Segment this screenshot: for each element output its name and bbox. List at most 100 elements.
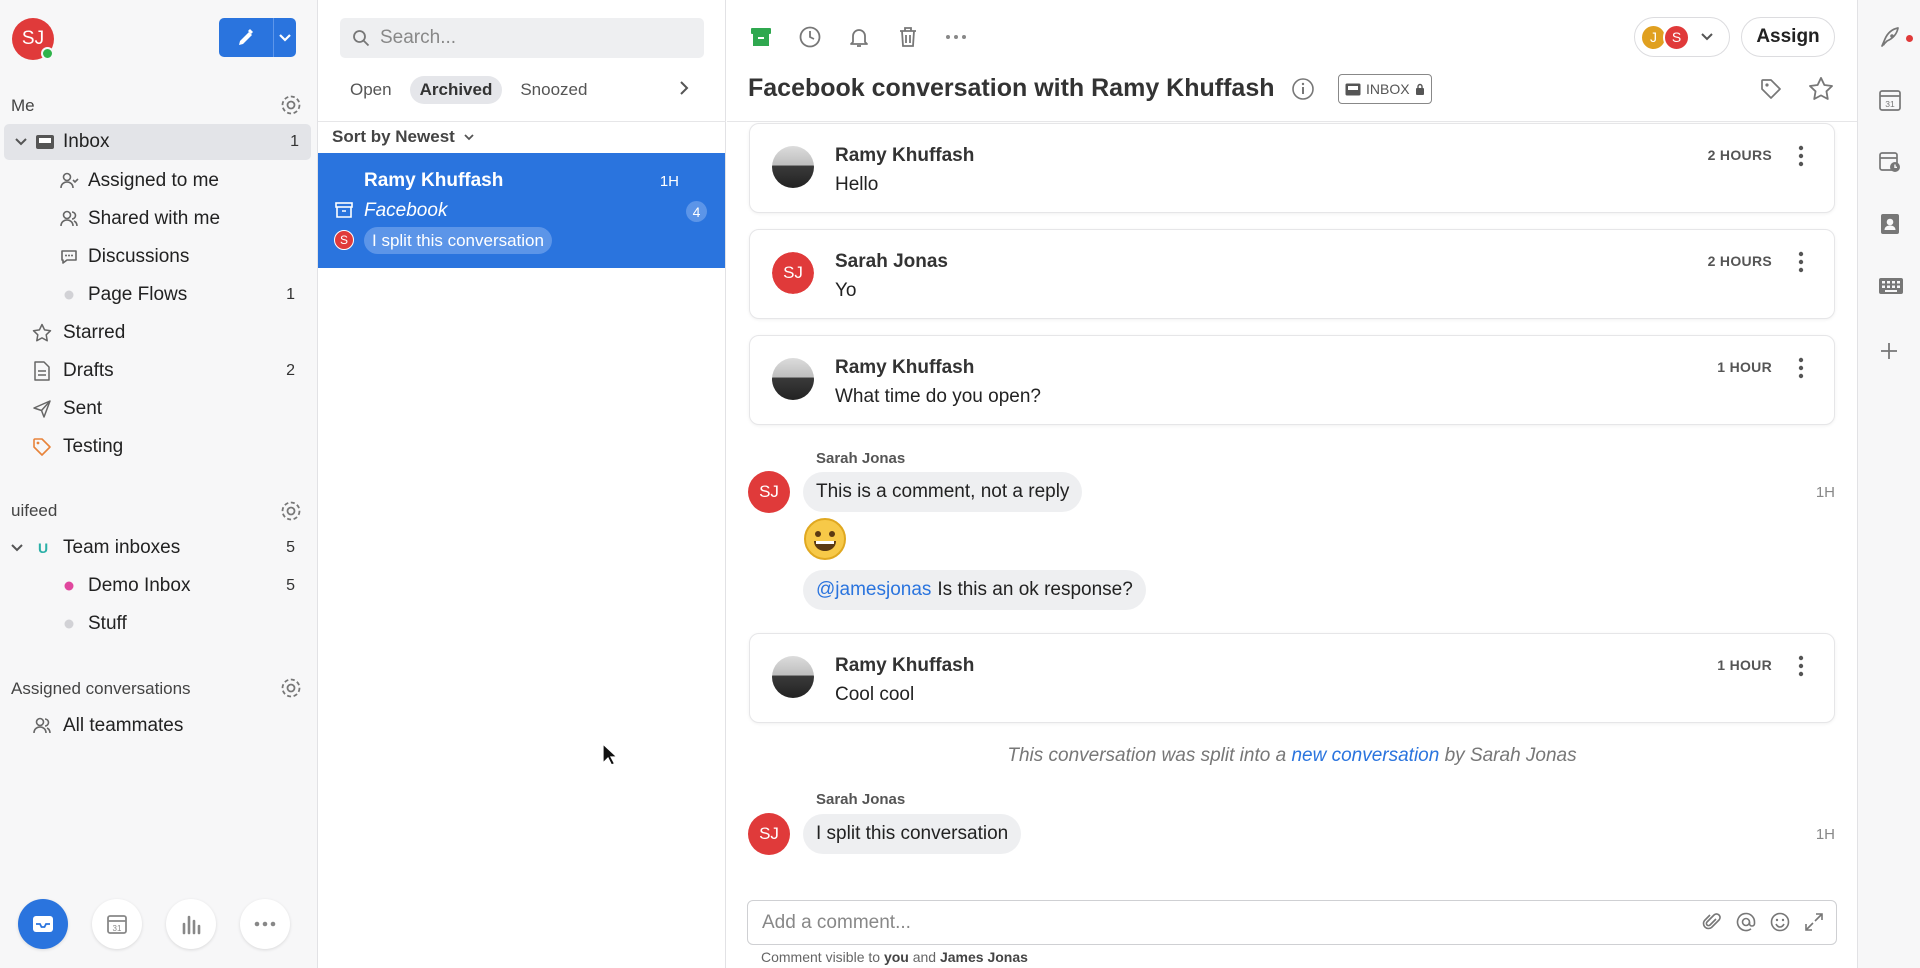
kebab-menu-icon[interactable] [1798,251,1804,273]
kebab-menu-icon[interactable] [1798,357,1804,379]
comment-author: Sarah Jonas [816,791,906,808]
svg-text:31: 31 [1885,99,1895,109]
chevron-down-icon[interactable] [274,18,296,57]
sidebar-item-assigned-to-me[interactable]: Assigned to me [0,163,311,199]
message-time: 1 HOUR [1717,657,1772,673]
archive-icon [334,200,354,220]
tab-open[interactable]: Open [340,76,402,104]
rocket-icon[interactable] [1878,26,1902,50]
mention-link[interactable]: @jamesjonas [816,579,931,601]
inbox-tag[interactable]: INBOX [1338,74,1432,104]
sidebar-item-discussions[interactable]: Discussions [0,239,311,275]
profile-photo [772,358,814,400]
message-card[interactable]: Ramy Khuffash Cool cool 1 HOUR [749,633,1835,723]
more-options-icon[interactable] [945,34,967,40]
chevron-right-icon[interactable] [678,80,690,96]
send-icon [31,398,53,420]
search-icon [353,30,370,47]
user-avatar[interactable]: SJ [12,18,54,60]
comment-bubble[interactable]: @jamesjonas Is this an ok response? [803,570,1146,610]
pencil-icon[interactable] [219,18,274,57]
message-body: What time do you open? [835,386,1041,407]
app-window: SJ Me Inbox 1 Assigned to me Shared with… [0,0,1920,968]
star-icon[interactable] [1808,76,1834,102]
teammates-icon [31,715,53,737]
sidebar: SJ Me Inbox 1 Assigned to me Shared with… [0,0,318,968]
add-icon[interactable] [1878,340,1900,362]
avatar [772,656,814,698]
section-team: uifeed [11,501,58,520]
expand-icon[interactable] [1804,912,1824,932]
message-card[interactable]: SJ Sarah Jonas Yo 2 HOURS [749,229,1835,319]
assign-button[interactable]: Assign [1741,17,1835,57]
chevron-down-icon [464,134,474,141]
composer-tools [1702,912,1824,932]
contact-card-icon[interactable] [1878,212,1902,236]
gear-icon[interactable] [279,93,303,117]
trash-icon[interactable] [896,25,920,49]
message-card[interactable]: Ramy Khuffash What time do you open? 1 H… [749,335,1835,425]
gear-icon[interactable] [279,676,303,700]
message-time: 2 HOURS [1707,147,1772,163]
tab-archived[interactable]: Archived [409,76,503,104]
mention-icon[interactable] [1736,912,1756,932]
gear-icon[interactable] [279,499,303,523]
search-input[interactable]: Search... [340,18,704,58]
comment-time: 1H [1815,826,1835,843]
list-item[interactable]: Ramy Khuffash 1H Facebook 4 S I split th… [318,153,725,268]
attachment-icon[interactable] [1702,912,1722,932]
info-icon[interactable] [1291,77,1315,101]
conversation-toolbar [749,25,967,49]
avatar [772,146,814,188]
more-apps-icon[interactable] [240,899,290,949]
analytics-app-icon[interactable] [166,899,216,949]
compose-button[interactable] [219,18,296,57]
inbox-icon [34,131,56,153]
conversation-name: Ramy Khuffash [364,170,504,191]
sidebar-item-page-flows[interactable]: Page Flows 1 [0,277,311,313]
sidebar-item-starred[interactable]: Starred [0,315,311,351]
sidebar-item-sent[interactable]: Sent [0,391,311,427]
sidebar-item-drafts[interactable]: Drafts 2 [0,353,311,389]
sidebar-item-demo-inbox[interactable]: Demo Inbox 5 [0,568,311,604]
sort-dropdown[interactable]: Sort by Newest [332,127,475,147]
archive-icon[interactable] [749,25,773,49]
comment-bubble[interactable]: I split this conversation [803,814,1022,854]
new-conversation-link[interactable]: new conversation [1291,745,1439,766]
comment-author: Sarah Jonas [816,450,906,467]
calendar-app-icon[interactable]: 31 [92,899,142,949]
keyboard-icon[interactable] [1878,276,1904,296]
calendar-icon[interactable]: 31 [1878,88,1902,112]
sidebar-item-stuff[interactable]: Stuff [0,606,311,642]
message-card[interactable]: Ramy Khuffash Hello 2 HOURS [749,123,1835,213]
sidebar-item-testing[interactable]: Testing [0,429,311,465]
tab-snoozed[interactable]: Snoozed [510,76,597,104]
conversation-snippet: I split this conversation [364,227,552,254]
chevron-down-icon[interactable] [10,131,32,153]
sidebar-item-team-inboxes[interactable]: U Team inboxes 5 [0,530,311,566]
draft-icon [31,360,53,382]
assignees-dropdown[interactable]: J S [1634,17,1730,57]
team-badge: U [37,540,49,556]
inbox-app-icon[interactable] [18,899,68,949]
chevron-down-icon[interactable] [6,537,28,559]
dot-icon [58,613,80,635]
calendar-clock-icon[interactable] [1878,150,1902,174]
comment-input[interactable]: Add a comment... [747,900,1837,945]
kebab-menu-icon[interactable] [1798,145,1804,167]
comment-bubble[interactable]: This is a comment, not a reply [803,472,1083,512]
avatar: S [1663,23,1690,51]
kebab-menu-icon[interactable] [1798,655,1804,677]
snooze-clock-icon[interactable] [798,25,822,49]
message-body: Hello [835,174,879,195]
sidebar-item-shared-with-me[interactable]: Shared with me [0,201,311,237]
tag-icon[interactable] [1759,77,1783,101]
chevron-down-icon [1701,33,1713,41]
bell-icon[interactable] [847,25,871,49]
sidebar-item-inbox[interactable]: Inbox 1 [4,124,311,160]
sidebar-item-all-teammates[interactable]: All teammates [0,708,311,744]
shared-icon [58,208,80,230]
emoji-icon[interactable] [1770,912,1790,932]
conversation-time: 1H [659,173,679,190]
comment-time: 1H [1815,484,1835,501]
